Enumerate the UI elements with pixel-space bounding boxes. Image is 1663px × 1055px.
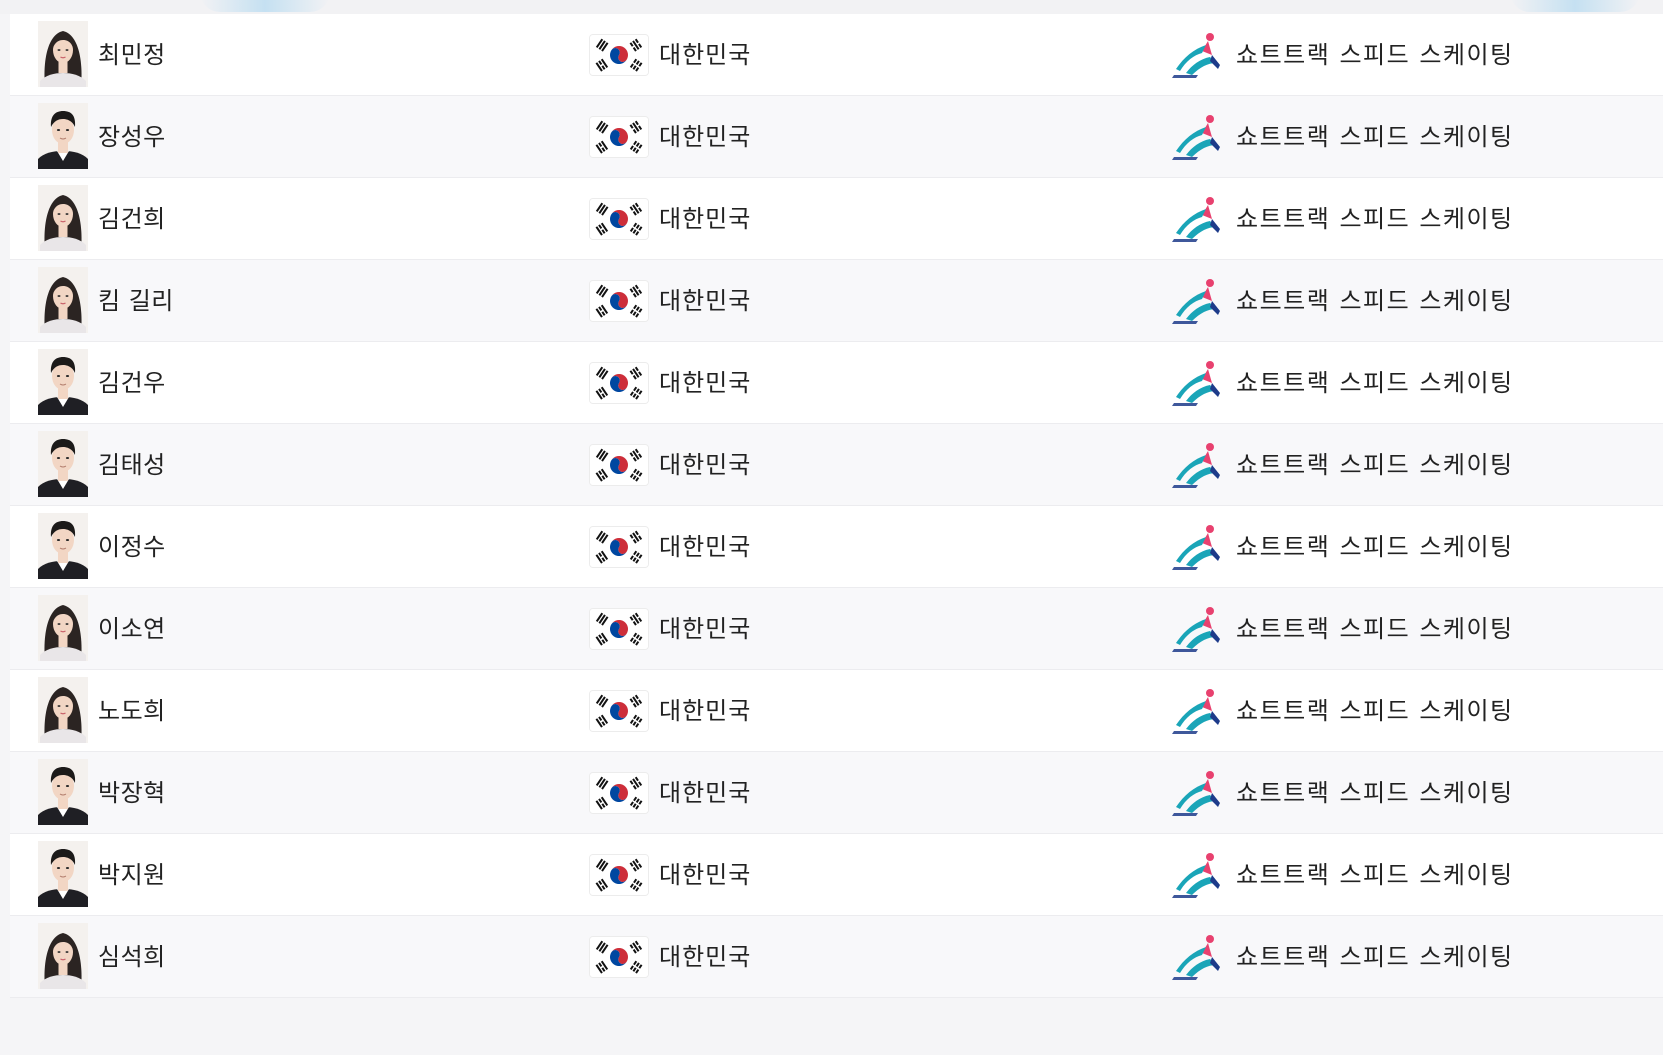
athlete-portrait-icon[interactable] xyxy=(38,923,88,989)
athlete-portrait-icon[interactable] xyxy=(38,103,88,169)
athlete-name[interactable]: 김건우 xyxy=(98,342,166,424)
athlete-country: 대한민국 xyxy=(659,943,752,971)
athlete-name[interactable]: 이정수 xyxy=(98,506,166,588)
athlete-country: 대한민국 xyxy=(659,615,752,643)
athlete-portrait-icon[interactable] xyxy=(38,267,88,333)
athlete-portrait-icon[interactable] xyxy=(38,21,88,87)
athlete-list: 최민정 대한민국 쇼트트랙 스피드 스케이팅 장성우 대한민국 쇼트트랙 스피드… xyxy=(10,14,1663,998)
top-banner-edge xyxy=(0,0,1663,14)
athlete-name[interactable]: 김건희 xyxy=(98,178,166,260)
athlete-portrait-icon[interactable] xyxy=(38,759,88,825)
short-track-skater-icon xyxy=(1172,193,1224,243)
athlete-row[interactable]: 장성우 대한민국 쇼트트랙 스피드 스케이팅 xyxy=(10,96,1663,178)
short-track-skater-icon xyxy=(1172,357,1224,407)
athlete-row[interactable]: 박지원 대한민국 쇼트트랙 스피드 스케이팅 xyxy=(10,834,1663,916)
athlete-sport: 쇼트트랙 스피드 스케이팅 xyxy=(1236,41,1514,69)
athlete-row[interactable]: 김건희 대한민국 쇼트트랙 스피드 스케이팅 xyxy=(10,178,1663,260)
athlete-sport: 쇼트트랙 스피드 스케이팅 xyxy=(1236,369,1514,397)
athlete-country: 대한민국 xyxy=(659,697,752,725)
banner-decoration xyxy=(200,0,330,12)
short-track-skater-icon xyxy=(1172,849,1224,899)
athlete-sport: 쇼트트랙 스피드 스케이팅 xyxy=(1236,697,1514,725)
south-korea-flag-icon xyxy=(590,363,648,403)
south-korea-flag-icon xyxy=(590,117,648,157)
short-track-skater-icon xyxy=(1172,685,1224,735)
athlete-list-page: 최민정 대한민국 쇼트트랙 스피드 스케이팅 장성우 대한민국 쇼트트랙 스피드… xyxy=(0,0,1663,1055)
short-track-skater-icon xyxy=(1172,29,1224,79)
athlete-row[interactable]: 킴 길리 대한민국 쇼트트랙 스피드 스케이팅 xyxy=(10,260,1663,342)
south-korea-flag-icon xyxy=(590,855,648,895)
athlete-country: 대한민국 xyxy=(659,451,752,479)
short-track-skater-icon xyxy=(1172,275,1224,325)
athlete-country: 대한민국 xyxy=(659,41,752,69)
athlete-sport: 쇼트트랙 스피드 스케이팅 xyxy=(1236,205,1514,233)
athlete-sport: 쇼트트랙 스피드 스케이팅 xyxy=(1236,861,1514,889)
short-track-skater-icon xyxy=(1172,603,1224,653)
athlete-portrait-icon[interactable] xyxy=(38,677,88,743)
short-track-skater-icon xyxy=(1172,439,1224,489)
athlete-name[interactable]: 장성우 xyxy=(98,96,166,178)
athlete-sport: 쇼트트랙 스피드 스케이팅 xyxy=(1236,123,1514,151)
athlete-row[interactable]: 이소연 대한민국 쇼트트랙 스피드 스케이팅 xyxy=(10,588,1663,670)
south-korea-flag-icon xyxy=(590,609,648,649)
athlete-portrait-icon[interactable] xyxy=(38,431,88,497)
athlete-row[interactable]: 이정수 대한민국 쇼트트랙 스피드 스케이팅 xyxy=(10,506,1663,588)
short-track-skater-icon xyxy=(1172,767,1224,817)
athlete-country: 대한민국 xyxy=(659,205,752,233)
athlete-row[interactable]: 김건우 대한민국 쇼트트랙 스피드 스케이팅 xyxy=(10,342,1663,424)
athlete-sport: 쇼트트랙 스피드 스케이팅 xyxy=(1236,943,1514,971)
athlete-country: 대한민국 xyxy=(659,861,752,889)
short-track-skater-icon xyxy=(1172,111,1224,161)
athlete-country: 대한민국 xyxy=(659,287,752,315)
athlete-row[interactable]: 김태성 대한민국 쇼트트랙 스피드 스케이팅 xyxy=(10,424,1663,506)
athlete-country: 대한민국 xyxy=(659,123,752,151)
athlete-sport: 쇼트트랙 스피드 스케이팅 xyxy=(1236,615,1514,643)
athlete-portrait-icon[interactable] xyxy=(38,349,88,415)
athlete-row[interactable]: 박장혁 대한민국 쇼트트랙 스피드 스케이팅 xyxy=(10,752,1663,834)
south-korea-flag-icon xyxy=(590,937,648,977)
athlete-name[interactable]: 킴 길리 xyxy=(98,260,174,342)
south-korea-flag-icon xyxy=(590,527,648,567)
athlete-row[interactable]: 심석희 대한민국 쇼트트랙 스피드 스케이팅 xyxy=(10,916,1663,998)
athlete-name[interactable]: 이소연 xyxy=(98,588,166,670)
banner-decoration xyxy=(1510,0,1640,12)
athlete-name[interactable]: 최민정 xyxy=(98,14,166,96)
south-korea-flag-icon xyxy=(590,445,648,485)
south-korea-flag-icon xyxy=(590,199,648,239)
athlete-country: 대한민국 xyxy=(659,779,752,807)
athlete-sport: 쇼트트랙 스피드 스케이팅 xyxy=(1236,287,1514,315)
south-korea-flag-icon xyxy=(590,691,648,731)
athlete-sport: 쇼트트랙 스피드 스케이팅 xyxy=(1236,533,1514,561)
athlete-name[interactable]: 박지원 xyxy=(98,834,166,916)
south-korea-flag-icon xyxy=(590,773,648,813)
short-track-skater-icon xyxy=(1172,521,1224,571)
athlete-country: 대한민국 xyxy=(659,533,752,561)
south-korea-flag-icon xyxy=(590,35,648,75)
south-korea-flag-icon xyxy=(590,281,648,321)
athlete-sport: 쇼트트랙 스피드 스케이팅 xyxy=(1236,779,1514,807)
athlete-row[interactable]: 노도희 대한민국 쇼트트랙 스피드 스케이팅 xyxy=(10,670,1663,752)
athlete-sport: 쇼트트랙 스피드 스케이팅 xyxy=(1236,451,1514,479)
athlete-row[interactable]: 최민정 대한민국 쇼트트랙 스피드 스케이팅 xyxy=(10,14,1663,96)
athlete-name[interactable]: 노도희 xyxy=(98,670,166,752)
athlete-portrait-icon[interactable] xyxy=(38,595,88,661)
athlete-name[interactable]: 김태성 xyxy=(98,424,166,506)
athlete-portrait-icon[interactable] xyxy=(38,513,88,579)
athlete-name[interactable]: 심석희 xyxy=(98,916,166,998)
short-track-skater-icon xyxy=(1172,931,1224,981)
athlete-portrait-icon[interactable] xyxy=(38,841,88,907)
athlete-portrait-icon[interactable] xyxy=(38,185,88,251)
athlete-name[interactable]: 박장혁 xyxy=(98,752,166,834)
athlete-country: 대한민국 xyxy=(659,369,752,397)
